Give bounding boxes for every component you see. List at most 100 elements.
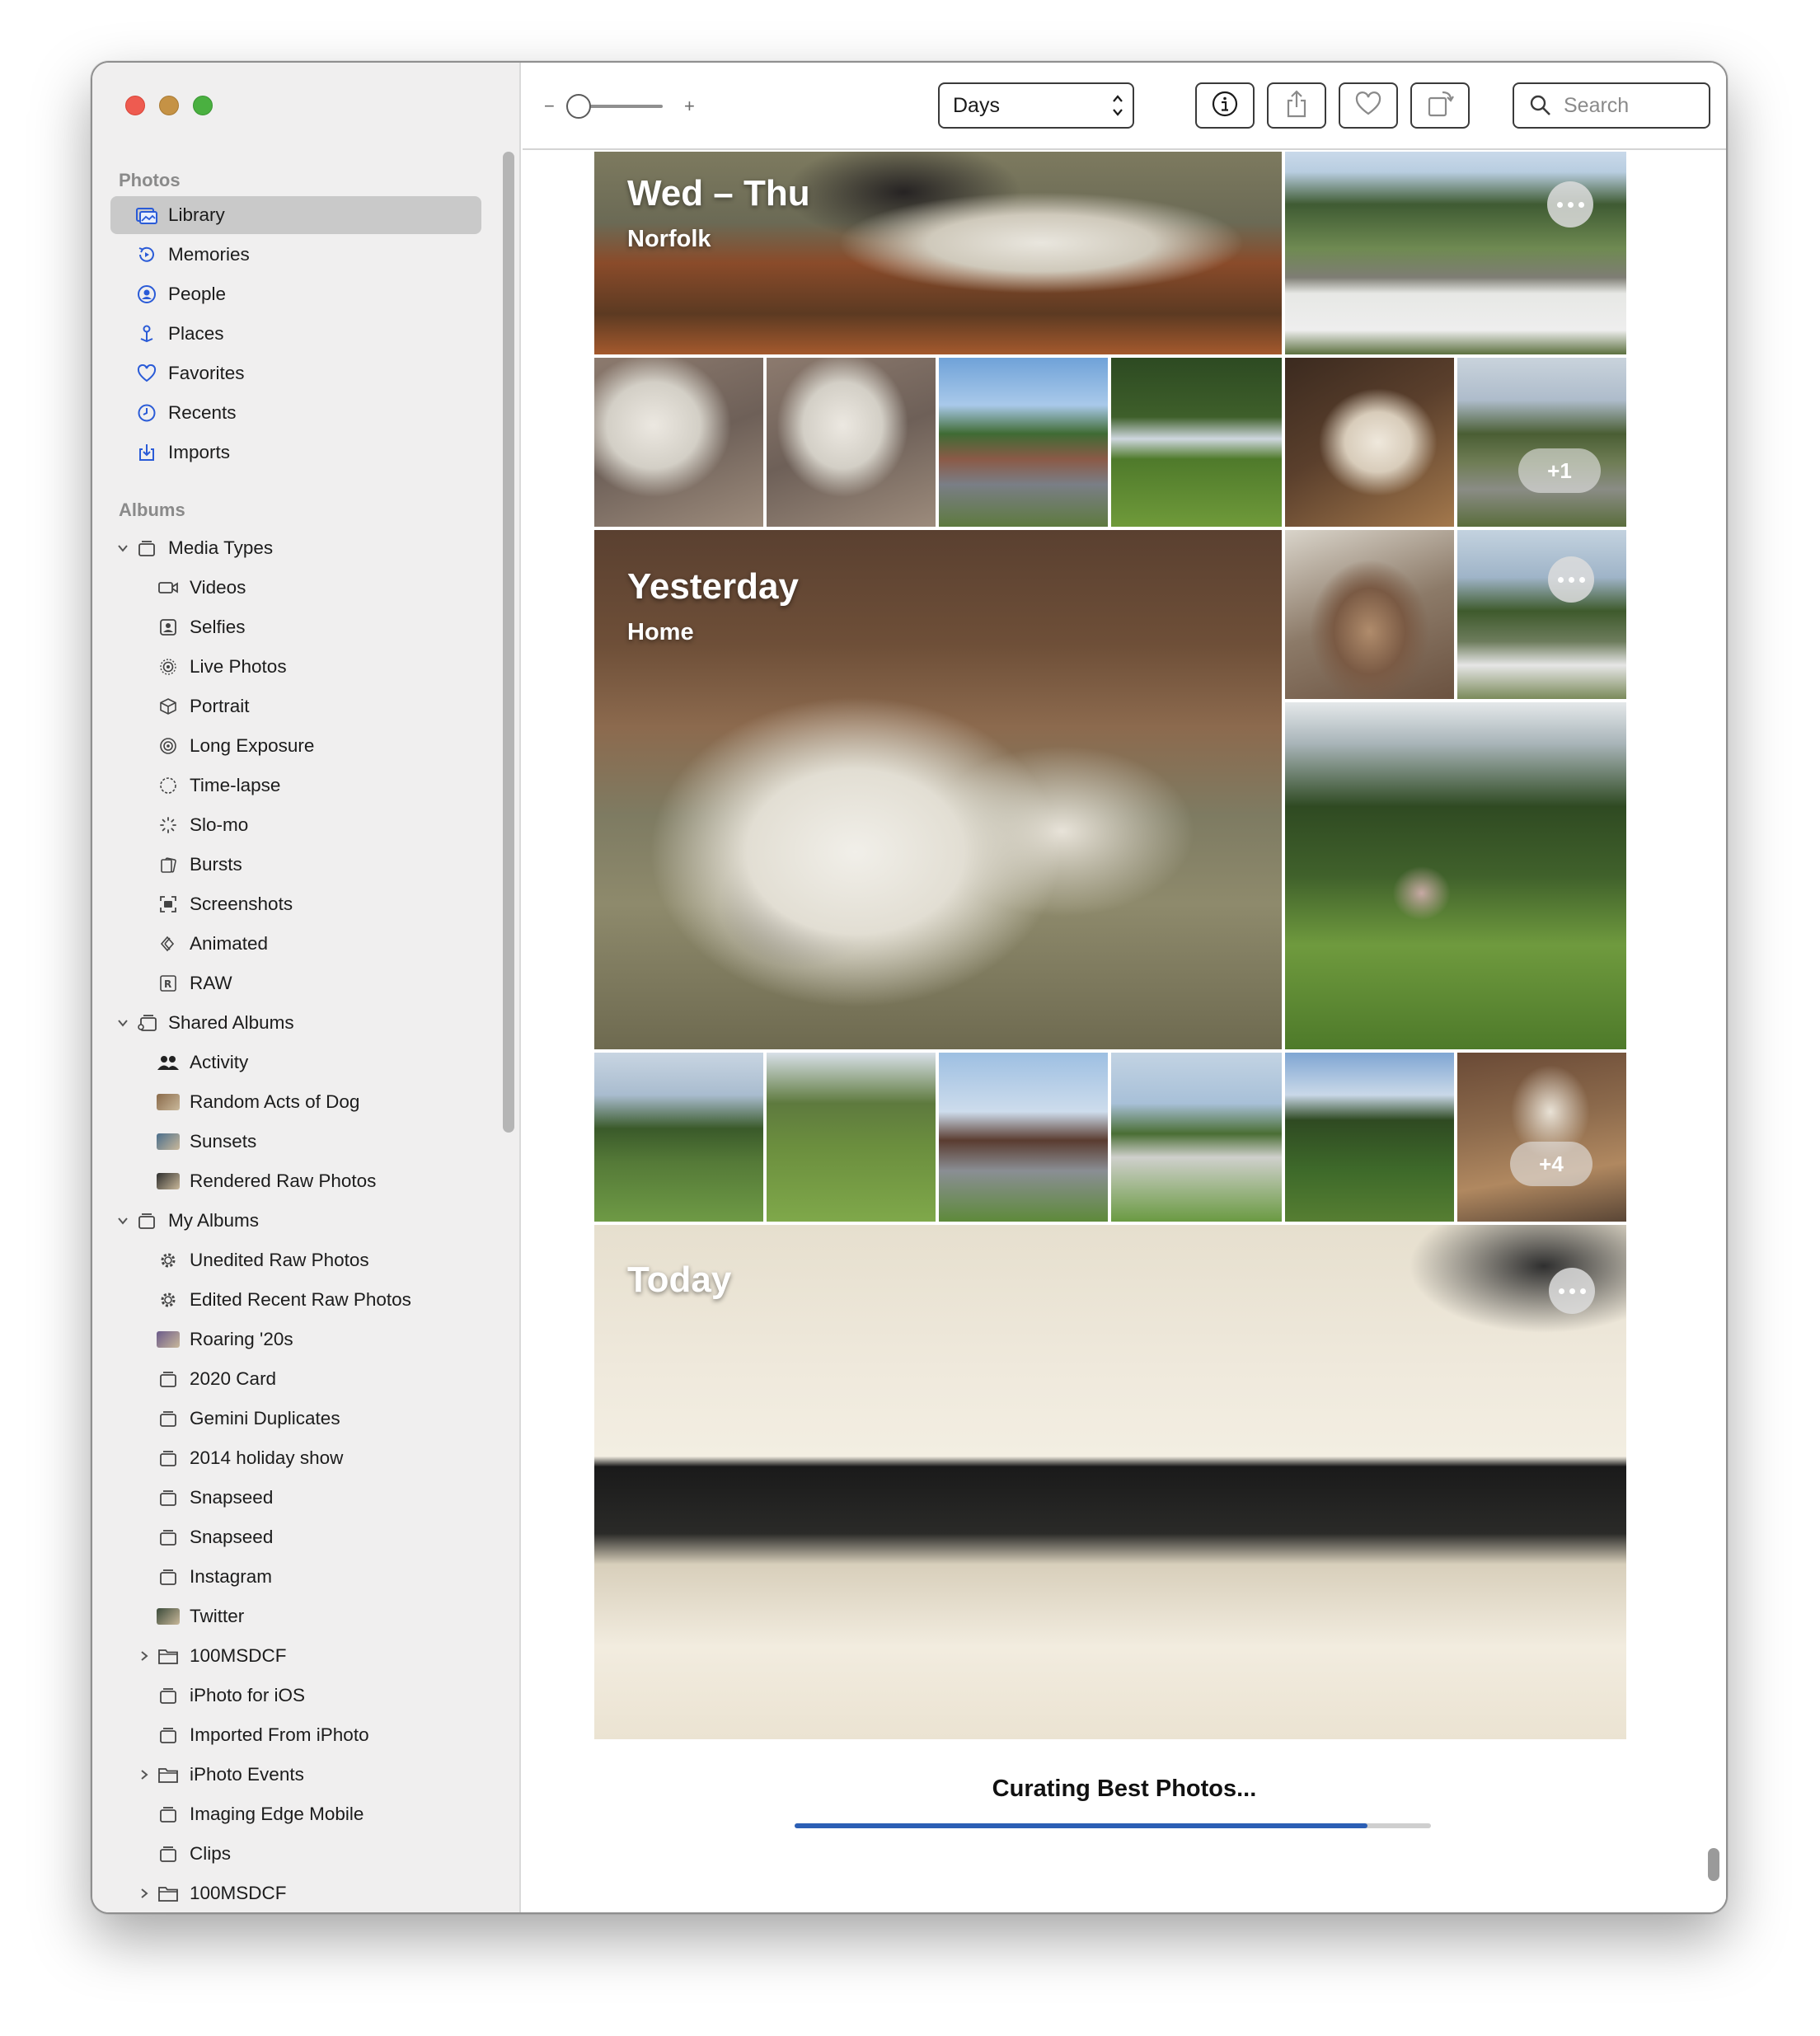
album-item[interactable]: Random Acts of Dog — [110, 1083, 481, 1121]
chevron-down-icon[interactable] — [115, 1016, 130, 1030]
album-item-label: Time-lapse — [190, 775, 281, 795]
photos-section-header: Photos — [119, 170, 181, 190]
extra-count-badge[interactable]: +4 — [1510, 1142, 1592, 1186]
album-item-label: Unedited Raw Photos — [190, 1250, 369, 1270]
chevron-down-icon[interactable] — [115, 1213, 130, 1228]
main-scrollbar[interactable] — [1708, 1848, 1719, 1881]
day-2-hero-photo[interactable]: Yesterday Home — [594, 530, 1282, 1049]
chevron-right-icon[interactable] — [137, 1767, 152, 1782]
album-item[interactable]: Activity — [110, 1044, 481, 1081]
day-2-thumb-2[interactable] — [767, 1053, 936, 1222]
album-item-label: RAW — [190, 973, 232, 993]
day-2-thumb-1[interactable] — [594, 1053, 763, 1222]
chevron-updown-icon — [1111, 91, 1124, 126]
album-item[interactable]: Roaring '20s — [110, 1321, 481, 1358]
day-1-photo-2[interactable] — [1285, 152, 1626, 354]
album-item[interactable]: Media Types — [110, 529, 481, 567]
day-2-thumb-6[interactable]: +4 — [1457, 1053, 1626, 1222]
sidebar-item-library[interactable]: Library — [110, 196, 481, 234]
album-item-label: Bursts — [190, 854, 242, 875]
album-item[interactable]: Screenshots — [110, 885, 481, 923]
photos-window: Photos Library Memories People Places Fa… — [91, 61, 1728, 1914]
album-item[interactable]: Gemini Duplicates — [110, 1400, 481, 1438]
info-button[interactable] — [1195, 82, 1255, 129]
people-icon — [135, 283, 158, 306]
view-select[interactable]: Days — [938, 82, 1134, 129]
day-1-thumb-4[interactable] — [1111, 358, 1282, 527]
album-item[interactable]: Snapseed — [110, 1479, 481, 1517]
album-item[interactable]: Imported From iPhoto — [110, 1716, 481, 1754]
album-item[interactable]: R RAW — [110, 964, 481, 1002]
album-item[interactable]: Long Exposure — [110, 727, 481, 765]
album-item[interactable]: 100MSDCF — [110, 1637, 481, 1675]
album-item[interactable]: Slo-mo — [110, 806, 481, 844]
sidebar-item-people[interactable]: People — [110, 275, 481, 313]
sidebar-item-imports[interactable]: Imports — [110, 434, 481, 471]
album-item[interactable]: 2020 Card — [110, 1360, 481, 1398]
sidebar-item-memories[interactable]: Memories — [110, 236, 481, 274]
album-item[interactable]: Selfies — [110, 608, 481, 646]
sidebar: Photos Library Memories People Places Fa… — [92, 63, 521, 1912]
day-1-thumb-2[interactable] — [767, 358, 936, 527]
album-icon — [157, 1724, 180, 1747]
minimize-button[interactable] — [159, 96, 179, 115]
album-item[interactable]: Imaging Edge Mobile — [110, 1795, 481, 1833]
album-item[interactable]: Sunsets — [110, 1123, 481, 1161]
album-item[interactable]: Time-lapse — [110, 767, 481, 805]
album-item[interactable]: Bursts — [110, 846, 481, 884]
chevron-right-icon[interactable] — [137, 1886, 152, 1901]
day-1-thumb-6[interactable]: +1 — [1457, 358, 1626, 527]
zoom-slider-knob[interactable] — [566, 94, 591, 119]
album-item[interactable]: 100MSDCF — [110, 1874, 481, 1912]
day-1-thumb-1[interactable] — [594, 358, 763, 527]
album-item[interactable]: Rendered Raw Photos — [110, 1162, 481, 1200]
day-2-photo-3[interactable] — [1457, 530, 1626, 699]
more-options-button[interactable] — [1547, 181, 1593, 228]
album-item[interactable]: Portrait — [110, 687, 481, 725]
album-item-label: Imported From iPhoto — [190, 1724, 369, 1745]
sidebar-item-places[interactable]: Places — [110, 315, 481, 353]
day-2-thumb-3[interactable] — [939, 1053, 1108, 1222]
album-item-label: Videos — [190, 577, 246, 598]
album-item[interactable]: Edited Recent Raw Photos — [110, 1281, 481, 1319]
chevron-right-icon[interactable] — [137, 1649, 152, 1663]
close-button[interactable] — [125, 96, 145, 115]
album-item[interactable]: Instagram — [110, 1558, 481, 1596]
day-1-thumb-3[interactable] — [939, 358, 1108, 527]
day-2-thumb-4[interactable] — [1111, 1053, 1282, 1222]
day-1-thumb-5[interactable] — [1285, 358, 1454, 527]
day-2-thumb-5[interactable] — [1285, 1053, 1454, 1222]
search-field[interactable]: Search — [1513, 82, 1710, 129]
extra-count-badge[interactable]: +1 — [1518, 448, 1601, 493]
album-item[interactable]: iPhoto Events — [110, 1756, 481, 1794]
raw-icon: R — [157, 972, 180, 995]
rotate-button[interactable] — [1410, 82, 1470, 129]
zoom-button[interactable] — [193, 96, 213, 115]
day-3-hero-photo[interactable]: Today — [594, 1225, 1626, 1739]
sidebar-item-recents[interactable]: Recents — [110, 394, 481, 432]
more-options-button[interactable] — [1548, 556, 1594, 603]
album-item[interactable]: Videos — [110, 569, 481, 607]
album-item[interactable]: Clips — [110, 1835, 481, 1873]
album-item[interactable]: iPhoto for iOS — [110, 1677, 481, 1715]
album-item[interactable]: My Albums — [110, 1202, 481, 1240]
share-button[interactable] — [1267, 82, 1326, 129]
album-item[interactable]: Shared Albums — [110, 1004, 481, 1042]
day-1-hero-photo[interactable]: Wed – Thu Norfolk — [594, 152, 1282, 354]
album-item[interactable]: Live Photos — [110, 648, 481, 686]
day-2-photo-2[interactable] — [1285, 530, 1454, 699]
album-item[interactable]: Animated — [110, 925, 481, 963]
album-item[interactable]: Unedited Raw Photos — [110, 1241, 481, 1279]
window-controls — [125, 96, 213, 115]
sidebar-item-favorites[interactable]: Favorites — [110, 354, 481, 392]
album-item[interactable]: 2014 holiday show — [110, 1439, 481, 1477]
sidebar-scrollbar[interactable] — [503, 152, 514, 1133]
more-options-button[interactable] — [1549, 1268, 1595, 1314]
day-2-photo-4[interactable] — [1285, 702, 1626, 1049]
timelapse-icon — [157, 774, 180, 797]
album-item[interactable]: Twitter — [110, 1597, 481, 1635]
search-placeholder: Search — [1564, 93, 1630, 117]
favorite-button[interactable] — [1339, 82, 1398, 129]
album-item[interactable]: Snapseed — [110, 1518, 481, 1556]
chevron-down-icon[interactable] — [115, 541, 130, 556]
